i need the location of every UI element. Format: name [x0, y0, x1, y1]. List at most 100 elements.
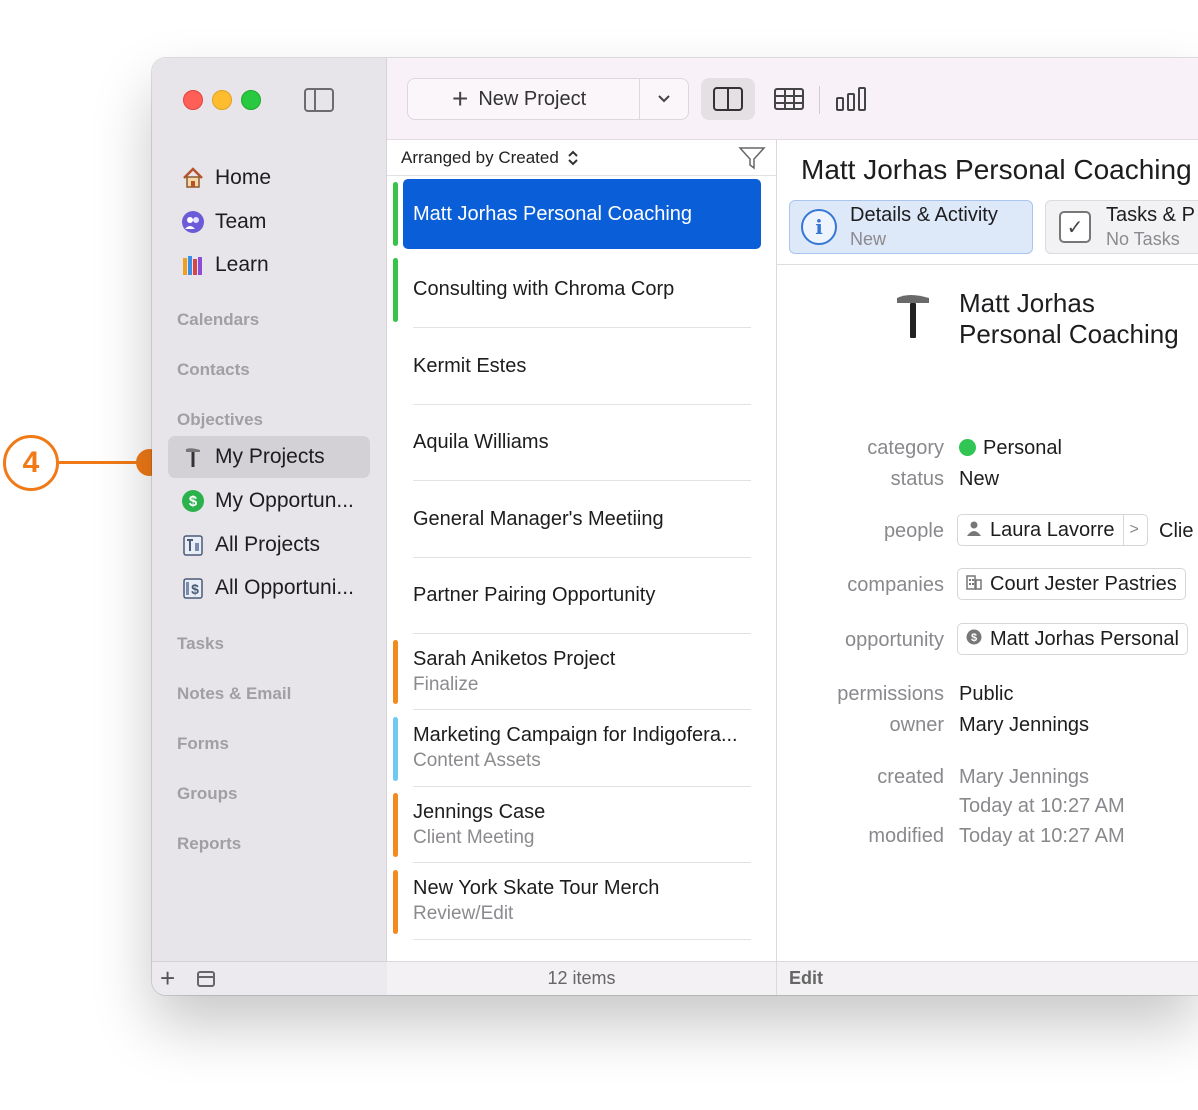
section-header-objectives[interactable]: Objectives	[177, 410, 263, 430]
sidebar-footer: +	[152, 961, 387, 995]
list-item[interactable]: Kermit Estes	[387, 329, 777, 405]
list-item-subtitle: Finalize	[413, 673, 479, 695]
sidebar: Home Team Learn Calendars Contacts Objec…	[152, 58, 387, 995]
category-text: Personal	[983, 437, 1062, 459]
list-item[interactable]: New York Skate Tour Merch Review/Edit	[387, 864, 777, 940]
close-window-button[interactable]	[183, 90, 203, 110]
sidebar-item-all-opportunities[interactable]: $ All Opportuni...	[168, 567, 370, 609]
new-project-menu-button[interactable]	[640, 91, 688, 107]
created-at-value: Today at 10:27 AM	[959, 795, 1125, 817]
list-item-title: Kermit Estes	[413, 354, 527, 377]
sidebar-item-label: All Projects	[215, 533, 321, 556]
dollar-icon: $	[180, 488, 206, 514]
sidebar-item-label: Home	[215, 166, 272, 189]
list-item[interactable]: General Manager's Meetiing	[387, 482, 777, 558]
status-color-bar	[393, 640, 398, 705]
list-item-title: Sarah Aniketos Project	[413, 647, 616, 670]
add-icon[interactable]: +	[160, 964, 175, 992]
opportunity-chip[interactable]: $ Matt Jorhas Personal	[957, 623, 1188, 655]
section-header-notes-email[interactable]: Notes & Email	[177, 684, 291, 704]
sidebar-item-my-projects[interactable]: My Projects	[168, 436, 370, 478]
list-item-content: Aquila Williams	[413, 405, 751, 482]
hammer-icon	[897, 295, 929, 338]
sidebar-item-all-projects[interactable]: All Projects	[168, 524, 370, 566]
modified-label: modified	[868, 825, 944, 847]
sidebar-item-label: My Opportun...	[215, 489, 354, 512]
callout-line	[59, 461, 141, 464]
section-header-calendars[interactable]: Calendars	[177, 310, 259, 330]
sidebar-item-my-opportunities[interactable]: $ My Opportun...	[168, 480, 370, 522]
status-value[interactable]: New	[959, 468, 999, 491]
sidebar-toggle-icon[interactable]	[304, 88, 334, 112]
owner-value[interactable]: Mary Jennings	[959, 714, 1089, 737]
calendar-icon[interactable]	[197, 971, 215, 987]
list-item[interactable]: Aquila Williams	[387, 405, 777, 482]
list-item[interactable]: Marketing Campaign for Indigofera... Cont…	[387, 711, 777, 787]
info-icon: i	[801, 209, 837, 245]
edit-button[interactable]: Edit	[789, 968, 823, 989]
new-project-button[interactable]: + New Project	[408, 79, 641, 119]
board-view-button[interactable]	[824, 78, 878, 120]
list-item-title: New York Skate Tour Merch	[413, 877, 660, 900]
app-window: Home Team Learn Calendars Contacts Objec…	[152, 58, 1198, 995]
section-header-forms[interactable]: Forms	[177, 734, 229, 754]
section-header-groups[interactable]: Groups	[177, 784, 237, 804]
list-item-content: Jennings Case Client Meeting	[413, 787, 751, 864]
table-view-icon	[774, 88, 804, 110]
list-item-subtitle: Content Assets	[413, 750, 541, 772]
building-icon	[966, 574, 982, 595]
section-header-contacts[interactable]: Contacts	[177, 360, 250, 380]
list-header: Arranged by Created	[387, 140, 776, 176]
updown-chevron-icon[interactable]	[567, 149, 579, 167]
hammer-icon	[180, 444, 206, 470]
house-icon	[180, 165, 206, 191]
status-color-bar	[393, 869, 398, 934]
minimize-window-button[interactable]	[212, 90, 232, 110]
green-dot-icon	[959, 439, 976, 456]
list-item-title: Marketing Campaign for Indigofera...	[413, 724, 738, 747]
chevron-right-icon[interactable]: >	[1122, 515, 1139, 545]
list-item[interactable]: Partner Pairing Opportunity	[387, 558, 777, 634]
people-extra[interactable]: Clie	[1159, 520, 1193, 543]
split-view-icon	[713, 87, 743, 111]
tab-tasks[interactable]: ✓ Tasks & P No Tasks	[1045, 200, 1198, 254]
detail-title: Matt Jorhas Personal Coaching	[801, 154, 1192, 185]
status-color-bar	[393, 258, 398, 323]
section-header-tasks[interactable]: Tasks	[177, 634, 224, 654]
list-item[interactable]: Matt Jorhas Personal Coaching	[387, 176, 777, 252]
permissions-value[interactable]: Public	[959, 683, 1013, 706]
sidebar-item-learn[interactable]: Learn	[168, 244, 370, 286]
project-name-line2: Personal Coaching	[959, 319, 1179, 349]
table-view-button[interactable]	[762, 78, 816, 120]
sidebar-item-label: My Projects	[215, 445, 325, 468]
filter-icon[interactable]	[738, 146, 766, 170]
tab-divider	[777, 264, 1198, 265]
list-item-content: Sarah Aniketos Project Finalize	[413, 634, 751, 711]
arrange-by-menu[interactable]: Arranged by Created	[401, 148, 559, 168]
list-item[interactable]: Jennings Case Client Meeting	[387, 787, 777, 864]
sidebar-item-home[interactable]: Home	[168, 157, 370, 199]
window-controls	[183, 90, 261, 110]
tab-sublabel: New	[850, 229, 887, 249]
people-value: Laura Lavorre	[990, 518, 1115, 541]
tab-details-activity[interactable]: i Details & Activity New	[789, 200, 1033, 254]
section-header-reports[interactable]: Reports	[177, 834, 241, 854]
opportunity-value: Matt Jorhas Personal	[990, 627, 1179, 650]
plus-icon: +	[452, 83, 469, 114]
permissions-label: permissions	[837, 683, 944, 705]
list-item[interactable]: Consulting with Chroma Corp	[387, 252, 777, 329]
split-view-button[interactable]	[701, 78, 755, 120]
list-item[interactable]: Sarah Aniketos Project Finalize	[387, 634, 777, 711]
new-project-label: New Project	[478, 87, 587, 110]
list-item-content: New York Skate Tour Merch Review/Edit	[413, 864, 751, 940]
list-item-content: General Manager's Meetiing	[413, 482, 751, 558]
people-chip[interactable]: Laura Lavorre >	[957, 514, 1148, 546]
list-item-content: Kermit Estes	[413, 329, 751, 405]
company-chip[interactable]: Court Jester Pastries	[957, 568, 1186, 600]
callout-number-badge: 4	[3, 435, 59, 491]
zoom-window-button[interactable]	[241, 90, 261, 110]
list-item-title: Partner Pairing Opportunity	[413, 584, 656, 606]
svg-text:$: $	[189, 493, 198, 510]
sidebar-item-team[interactable]: Team	[168, 201, 370, 243]
category-value[interactable]: Personal	[959, 437, 1062, 460]
